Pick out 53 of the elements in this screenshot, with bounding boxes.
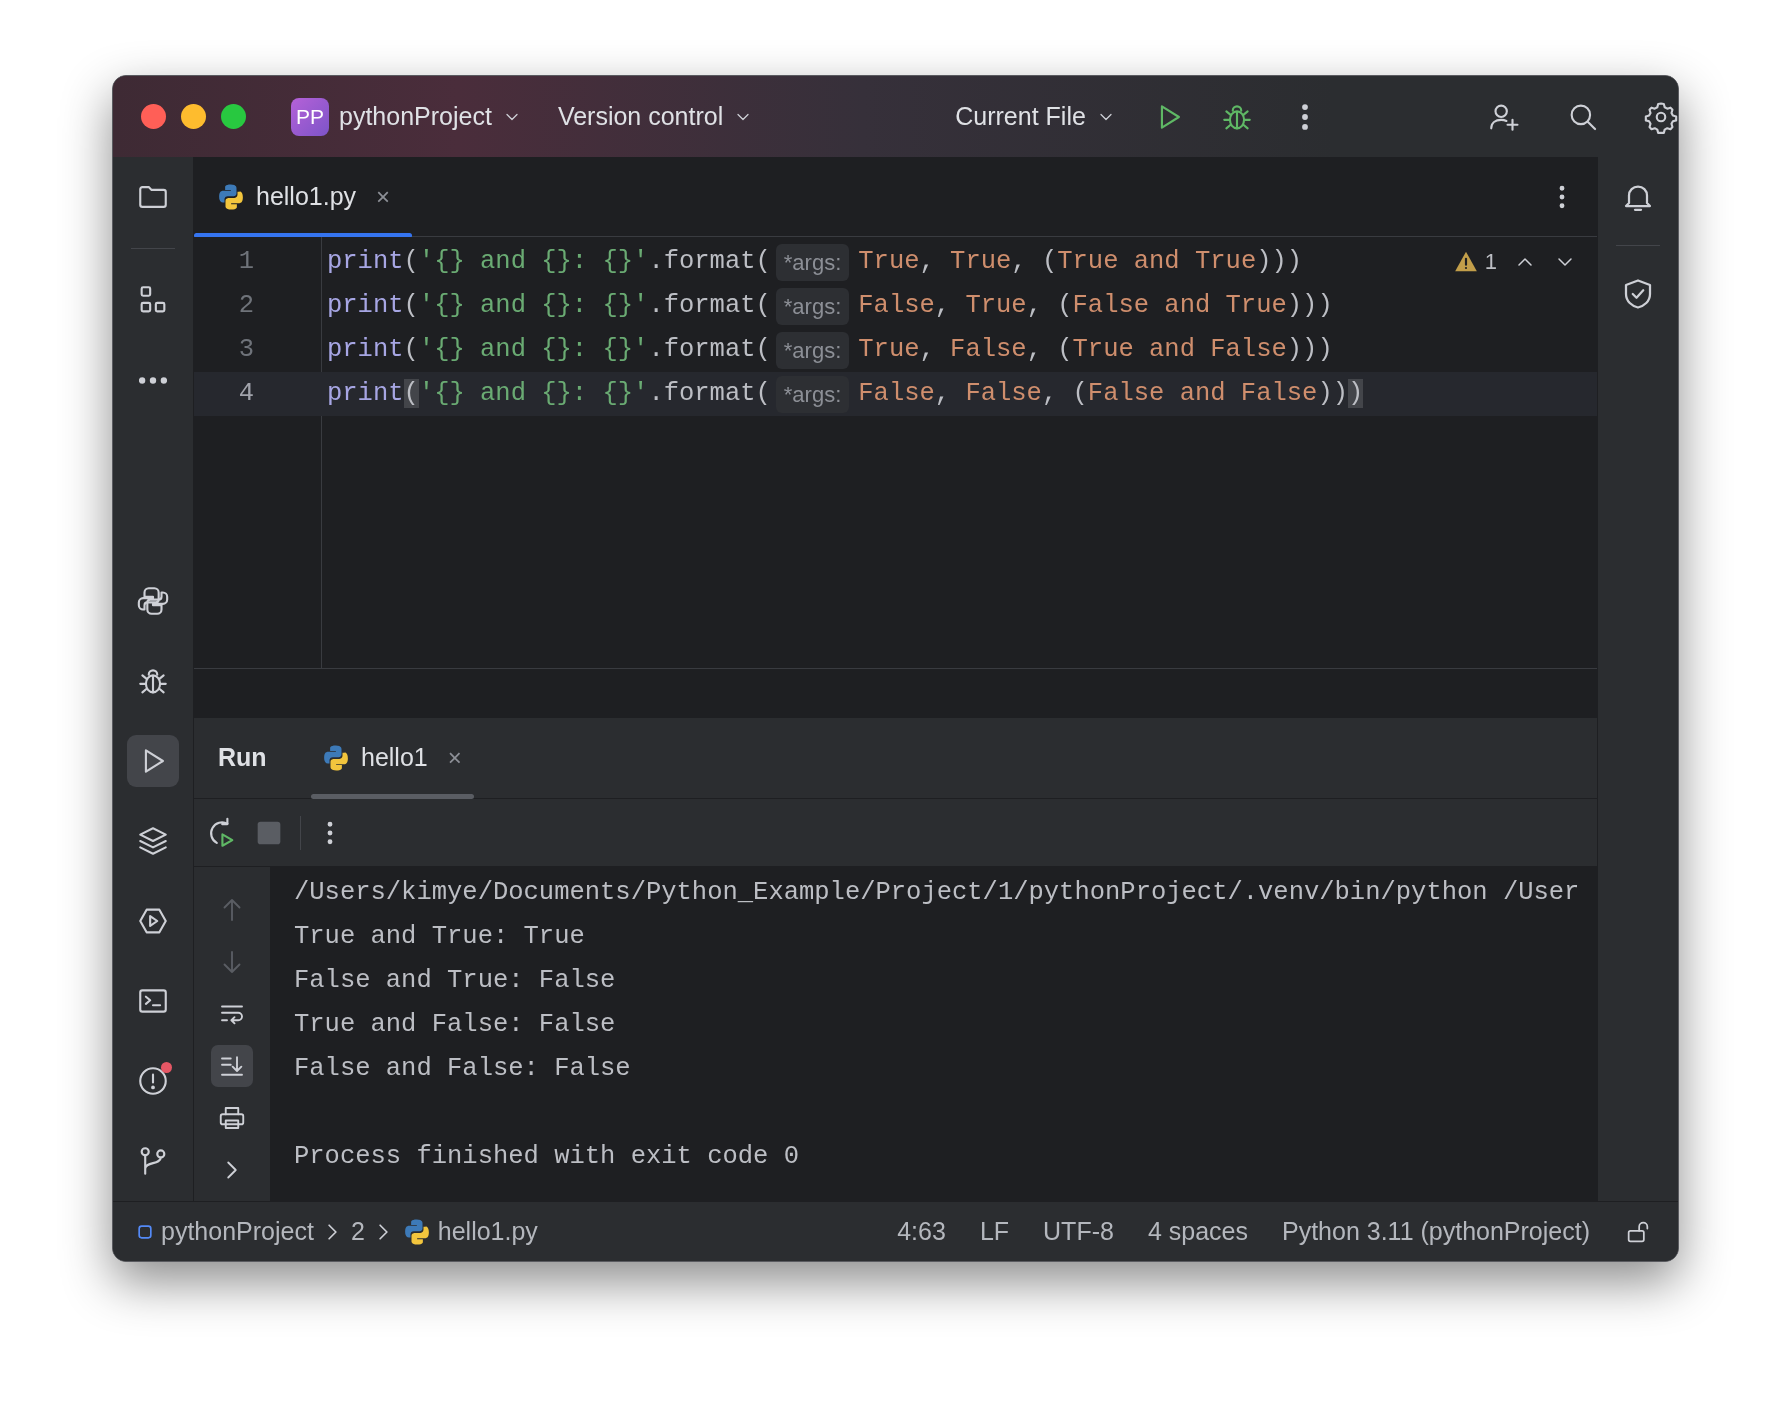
breadcrumb[interactable]: 2 — [350, 1212, 365, 1251]
output-line: False and False: False — [294, 1053, 632, 1085]
line-number: 3 — [237, 333, 255, 366]
warning-count: 1 — [1484, 248, 1497, 276]
vcs-dropdown[interactable]: Version control — [551, 97, 760, 136]
line-separator[interactable]: LF — [979, 1212, 1010, 1251]
window-control[interactable] — [221, 104, 246, 129]
code-text: print('{} and {}: {}'.format( — [326, 377, 771, 410]
line-number: 1 — [237, 245, 255, 278]
window-control[interactable] — [141, 104, 166, 129]
code-text: True, False, (True and False))) — [857, 333, 1333, 366]
layers-icon — [136, 824, 170, 858]
breadcrumb[interactable]: hello1.py — [401, 1212, 538, 1251]
interpreter-selector[interactable]: Python 3.11 (pythonProject) — [1281, 1212, 1590, 1251]
parameter-hint: *args: — [775, 243, 850, 281]
chevron-right-icon — [327, 1223, 337, 1240]
output-line: True and False: False — [294, 1009, 617, 1041]
console-action-button[interactable] — [211, 1045, 253, 1087]
code-text: print('{} and {}: {}'.format( — [326, 333, 771, 366]
notification-dot — [161, 1062, 172, 1073]
breadcrumb[interactable]: pythonProject — [135, 1212, 314, 1251]
editor-tab[interactable]: hello1.py × — [194, 156, 413, 237]
output-line: /Users/kimye/Documents/Python_Example/Project/1/pythonProject/.venv/bin/python /User — [294, 877, 1581, 909]
python-file-icon — [321, 743, 351, 773]
close-icon[interactable]: × — [447, 740, 462, 776]
window-control[interactable] — [181, 104, 206, 129]
code-text: False, False, (False and False))) — [857, 377, 1364, 410]
run-tab[interactable]: hello1 × — [299, 717, 486, 799]
tool-window-button[interactable] — [127, 735, 179, 787]
exit-message: Process finished with exit code 0 — [294, 1141, 800, 1173]
line-number: 2 — [237, 289, 255, 322]
project-badge: PP — [291, 97, 329, 136]
panel-title: Run — [217, 742, 268, 774]
code-text: False, True, (False and True))) — [857, 289, 1333, 322]
python-console-icon — [136, 584, 170, 618]
output-line: True and True: True — [294, 921, 586, 953]
parameter-hint: *args: — [775, 331, 850, 369]
indent-setting[interactable]: 4 spaces — [1147, 1212, 1248, 1251]
line-number: 4 — [237, 377, 255, 410]
problems-icon — [136, 1064, 170, 1098]
code-text: print('{} and {}: {}'.format( — [326, 245, 771, 278]
run-config-dropdown[interactable]: Current File — [949, 97, 1122, 136]
code-text: print('{} and {}: {}'.format( — [326, 289, 771, 322]
file-encoding[interactable]: UTF-8 — [1043, 1212, 1114, 1251]
close-icon[interactable]: × — [376, 178, 391, 215]
parameter-hint: *args: — [775, 287, 850, 325]
chevron-right-icon — [378, 1223, 388, 1240]
code-text: True, True, (True and True))) — [857, 245, 1303, 278]
parameter-hint: *args: — [775, 375, 850, 413]
output-line: False and True: False — [294, 965, 617, 997]
caret-position[interactable]: 4:63 — [897, 1212, 946, 1251]
more-icon — [139, 376, 167, 384]
project-dropdown[interactable]: pythonProject — [333, 97, 528, 136]
